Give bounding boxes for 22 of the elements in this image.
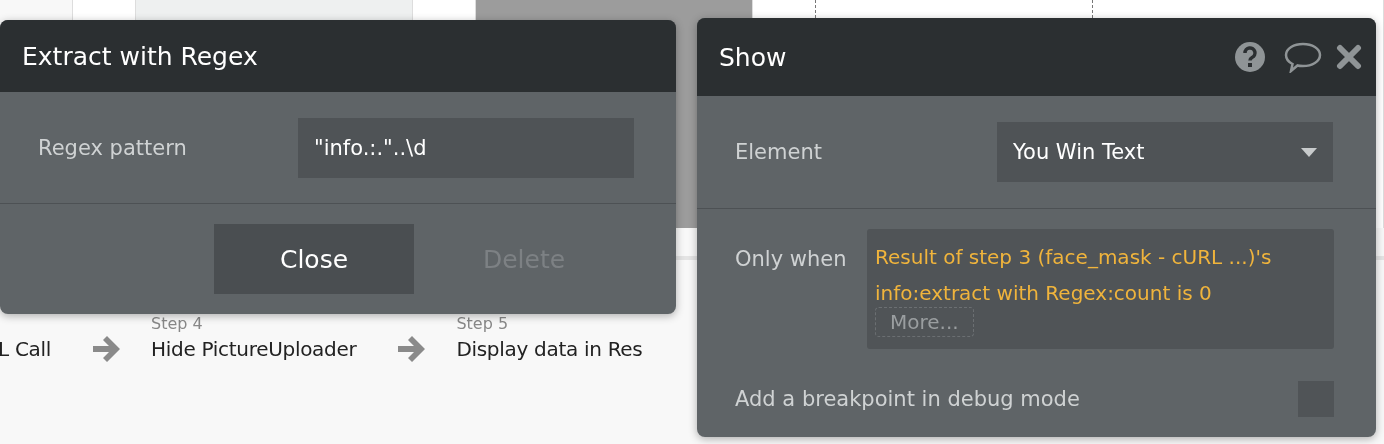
regex-field[interactable]: "info.:."..\d (298, 117, 634, 178)
comment-icon[interactable] (1284, 41, 1322, 73)
close-icon[interactable] (1336, 44, 1362, 70)
caret-icon (1301, 147, 1317, 157)
step-title[interactable]: Hide PictureUploader (151, 334, 357, 364)
step-title[interactable]: L Call (0, 334, 52, 364)
element-dropdown[interactable]: You Win Text (997, 122, 1333, 182)
condition-box[interactable]: Result of step 3 (face_mask - cURL ...)'s info:extract with Regex:count is 0 More... (867, 229, 1334, 349)
step-label: Step 4 (151, 314, 204, 334)
step-title[interactable]: Display data in Res (456, 334, 643, 364)
step-label: Step 5 (456, 314, 510, 334)
close-button[interactable]: Close (214, 224, 414, 294)
field-label: Regex pattern (38, 135, 188, 160)
condition-expression: Result of step 3 (face_mask - cURL ...)'s info:extract with Regex:count is 0 (875, 244, 1273, 307)
help-icon[interactable] (1234, 41, 1266, 73)
field-label: Element (735, 140, 823, 164)
arrow-icon (396, 336, 427, 362)
arrow-icon (91, 336, 122, 362)
panel-title: Extract with Regex (22, 41, 259, 71)
panel-title: Show (719, 42, 788, 72)
field-label: Only when (735, 246, 848, 271)
breakpoint-label: Add a breakpoint in debug mode (735, 387, 1081, 411)
